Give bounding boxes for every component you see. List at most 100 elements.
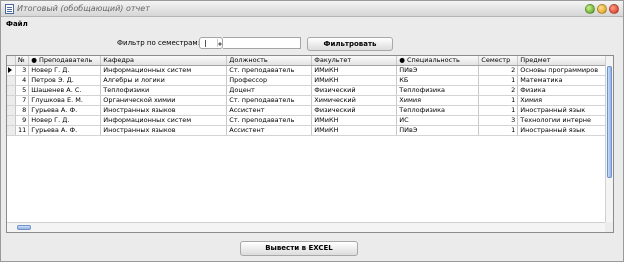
column-header-subject[interactable]: Предмет — [517, 56, 610, 66]
cell-num[interactable]: 7 — [15, 95, 30, 106]
table-row[interactable]: 5 Шашенев А. С. Теплофизики Доцент Физич… — [7, 85, 610, 96]
cell-num[interactable]: 5 — [15, 85, 30, 96]
cell-specialty[interactable]: Теплофизика — [396, 105, 480, 116]
filter-button[interactable]: Фильтровать — [307, 37, 393, 51]
row-selector[interactable] — [7, 75, 16, 86]
column-header-semester[interactable]: Семестр — [478, 56, 519, 66]
column-header-num[interactable]: № — [15, 56, 30, 66]
cell-num[interactable]: 9 — [15, 115, 30, 126]
cell-semester[interactable]: 1 — [478, 105, 519, 116]
column-header-specialty[interactable]: ● Специальность — [396, 56, 480, 66]
table-row[interactable]: 7 Глушкова Е. М. Органической химии Ст. … — [7, 95, 610, 106]
cell-subject[interactable]: Химия — [517, 95, 610, 106]
row-header-corner — [7, 56, 16, 66]
app-icon — [5, 4, 14, 14]
cell-specialty[interactable]: КБ — [396, 75, 480, 86]
column-header-position[interactable]: Должность — [226, 56, 313, 66]
cell-semester[interactable]: 2 — [478, 65, 519, 76]
table-row[interactable]: 9 Новер Г. Д. Информационных систем Ст. … — [7, 115, 610, 126]
cell-position[interactable]: Профессор — [226, 75, 313, 86]
report-window: Итоговый (обобщающий) отчет Файл Фильтр … — [0, 0, 624, 262]
cell-semester[interactable]: 1 — [478, 75, 519, 86]
semester-spinner[interactable] — [199, 37, 223, 49]
export-excel-button[interactable]: Вывести в EXCEL — [240, 241, 358, 256]
table-row[interactable]: 3 Новер Г. Д. Информационных систем Ст. … — [7, 65, 610, 76]
cell-subject[interactable]: Основы программиров — [517, 65, 610, 76]
cell-subject[interactable]: Технологии интерне — [517, 115, 610, 126]
cell-subject[interactable]: Иностранный язык — [517, 125, 610, 136]
cell-teacher[interactable]: Гурьева А. Ф. — [28, 105, 102, 116]
column-header-faculty[interactable]: Факультет — [311, 56, 398, 66]
cell-teacher[interactable]: Новер Г. Д. — [28, 115, 102, 126]
row-selector[interactable] — [7, 85, 16, 96]
cell-position[interactable]: Ст. преподаватель — [226, 115, 313, 126]
cell-num[interactable]: 8 — [15, 105, 30, 116]
table-row[interactable]: 4 Петров Э. Д. Алгебры и логики Профессо… — [7, 75, 610, 86]
table-header-row: № ● Преподаватель Кафедра Должность Факу… — [7, 56, 610, 66]
cell-department[interactable]: Иностранных языков — [100, 125, 228, 136]
cell-faculty[interactable]: ИМиКН — [311, 65, 398, 76]
cell-specialty[interactable]: Теплофизика — [396, 85, 480, 96]
vertical-scrollbar[interactable] — [605, 56, 613, 222]
row-selector[interactable] — [7, 65, 16, 76]
menu-bar: Файл — [1, 17, 623, 30]
cell-department[interactable]: Иностранных языков — [100, 105, 228, 116]
row-selector[interactable] — [7, 105, 16, 116]
cell-subject[interactable]: Физика — [517, 85, 610, 96]
cell-specialty[interactable]: ПИвЭ — [396, 65, 480, 76]
cell-faculty[interactable]: ИМиКН — [311, 115, 398, 126]
scrollbar-corner — [605, 222, 613, 232]
cell-subject[interactable]: Математика — [517, 75, 610, 86]
semester-filter-field[interactable] — [223, 37, 301, 49]
column-header-department[interactable]: Кафедра — [100, 56, 228, 66]
cell-position[interactable]: Ассистент — [226, 105, 313, 116]
cell-teacher[interactable]: Гурьева А. Ф. — [28, 125, 102, 136]
cell-position[interactable]: Ассистент — [226, 125, 313, 136]
cell-num[interactable]: 11 — [15, 125, 30, 136]
cell-teacher[interactable]: Глушкова Е. М. — [28, 95, 102, 106]
title-bar[interactable]: Итоговый (обобщающий) отчет — [1, 1, 623, 17]
maximize-button[interactable] — [597, 4, 607, 14]
cell-teacher[interactable]: Новер Г. Д. — [28, 65, 102, 76]
cell-specialty[interactable]: Химия — [396, 95, 480, 106]
table-row[interactable]: 8 Гурьева А. Ф. Иностранных языков Ассис… — [7, 105, 610, 116]
menu-file[interactable]: Файл — [6, 20, 28, 28]
cell-faculty[interactable]: Физический — [311, 105, 398, 116]
cell-num[interactable]: 4 — [15, 75, 30, 86]
cell-department[interactable]: Информационных систем — [100, 115, 228, 126]
cell-semester[interactable]: 1 — [478, 125, 519, 136]
cell-faculty[interactable]: Физический — [311, 85, 398, 96]
cell-specialty[interactable]: ПИвЭ — [396, 125, 480, 136]
cell-specialty[interactable]: ИС — [396, 115, 480, 126]
cell-num[interactable]: 3 — [15, 65, 30, 76]
cell-teacher[interactable]: Шашенев А. С. — [28, 85, 102, 96]
cell-position[interactable]: Ст. преподаватель — [226, 95, 313, 106]
cell-department[interactable]: Теплофизики — [100, 85, 228, 96]
minimize-button[interactable] — [585, 4, 595, 14]
cell-department[interactable]: Информационных систем — [100, 65, 228, 76]
cell-subject[interactable]: Иностранный язык — [517, 105, 610, 116]
cell-department[interactable]: Органической химии — [100, 95, 228, 106]
row-selector[interactable] — [7, 125, 16, 136]
cell-faculty[interactable]: ИМиКН — [311, 125, 398, 136]
spin-arrows-icon[interactable] — [217, 39, 222, 47]
column-header-teacher[interactable]: ● Преподаватель — [28, 56, 102, 66]
filter-label: Фильтр по семестрам: — [117, 39, 201, 47]
cell-semester[interactable]: 3 — [478, 115, 519, 126]
cell-department[interactable]: Алгебры и логики — [100, 75, 228, 86]
cell-position[interactable]: Ст. преподаватель — [226, 65, 313, 76]
row-selector[interactable] — [7, 115, 16, 126]
cell-teacher[interactable]: Петров Э. Д. — [28, 75, 102, 86]
cell-faculty[interactable]: ИМиКН — [311, 75, 398, 86]
horizontal-scroll-thumb[interactable] — [17, 225, 31, 230]
cell-semester[interactable]: 1 — [478, 95, 519, 106]
cell-faculty[interactable]: Химический — [311, 95, 398, 106]
current-row-pointer-icon — [8, 67, 15, 73]
cell-semester[interactable]: 2 — [478, 85, 519, 96]
horizontal-scrollbar[interactable] — [7, 222, 605, 232]
row-selector[interactable] — [7, 95, 16, 106]
cell-position[interactable]: Доцент — [226, 85, 313, 96]
table-row[interactable]: 11 Гурьева А. Ф. Иностранных языков Асси… — [7, 125, 610, 136]
vertical-scroll-thumb[interactable] — [607, 66, 612, 178]
close-button[interactable] — [609, 4, 619, 14]
